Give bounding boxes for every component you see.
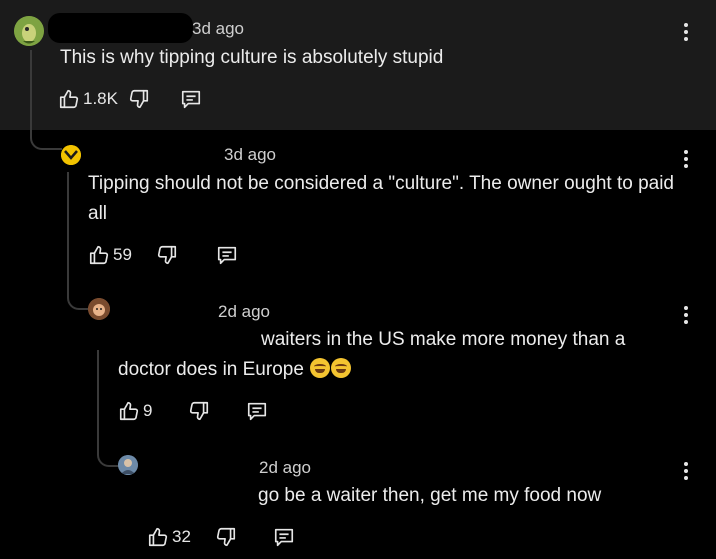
more-options-icon[interactable]: [684, 306, 690, 327]
thumbs-down-icon: [157, 245, 176, 265]
avatar[interactable]: [88, 298, 110, 320]
more-options-icon[interactable]: [684, 462, 690, 483]
avatar-image: [88, 298, 110, 320]
avatar-image: [61, 145, 81, 165]
thumbs-down-icon: [129, 89, 149, 109]
reply-icon: [217, 246, 236, 265]
dislike-button[interactable]: [156, 244, 178, 266]
thumbs-down-icon: [216, 527, 235, 547]
comment-text: go be a waiter then, get me my food now: [258, 485, 602, 506]
thread-line: [97, 350, 119, 467]
avatar-image: [118, 455, 138, 475]
comment-actions: 59: [88, 244, 238, 266]
comment-text: This is why tipping culture is absolutel…: [60, 47, 444, 68]
dislike-button[interactable]: [215, 526, 237, 548]
like-button[interactable]: 1.8K: [58, 88, 118, 110]
reply-icon: [181, 90, 201, 109]
comment-timestamp: 2d ago: [218, 302, 270, 321]
more-options-icon[interactable]: [684, 150, 690, 171]
comment-actions: 9: [118, 400, 268, 422]
dislike-button[interactable]: [128, 88, 150, 110]
avatar[interactable]: [61, 145, 81, 165]
reply-button[interactable]: [216, 244, 238, 266]
reply-icon: [248, 402, 267, 421]
reply-button[interactable]: [273, 526, 295, 548]
thumbs-up-icon: [59, 89, 79, 109]
like-count: 32: [172, 527, 191, 546]
comment-actions: 1.8K: [58, 88, 202, 110]
more-options-icon[interactable]: [684, 23, 690, 44]
redacted-username: [48, 13, 193, 43]
comment-timestamp: 2d ago: [259, 458, 311, 477]
like-button[interactable]: 59: [88, 244, 132, 266]
rolling-on-floor-laughing-emoji-icon: [331, 358, 352, 378]
rolling-on-floor-laughing-emoji-icon: [310, 358, 331, 378]
like-button[interactable]: 9: [118, 400, 152, 422]
comment-text-line-1: waiters in the US make more money than a: [261, 329, 626, 350]
reply-icon: [274, 528, 293, 547]
thumbs-down-icon: [190, 401, 209, 421]
thumbs-up-icon: [89, 245, 109, 265]
reply-button[interactable]: [246, 400, 268, 422]
avatar[interactable]: [14, 16, 44, 46]
like-count: 1.8K: [83, 89, 118, 108]
reply-button[interactable]: [180, 88, 202, 110]
thumbs-up-icon: [119, 401, 139, 421]
thread-line: [67, 172, 89, 310]
comment-actions: 32: [147, 526, 295, 548]
thumbs-up-icon: [148, 527, 168, 547]
comment-text-line-2-row: doctor does in Europe: [118, 355, 352, 385]
comment-text: Tipping should not be considered a "cult…: [88, 173, 674, 224]
comment-text-line-2: doctor does in Europe: [118, 359, 304, 380]
like-count: 9: [143, 401, 153, 420]
avatar[interactable]: [118, 455, 138, 475]
like-button[interactable]: 32: [147, 526, 191, 548]
comment-timestamp: 3d ago: [224, 145, 276, 164]
dislike-button[interactable]: [188, 400, 210, 422]
comment-timestamp: 3d ago: [192, 19, 244, 38]
avatar-image: [14, 16, 44, 46]
like-count: 59: [113, 245, 132, 264]
